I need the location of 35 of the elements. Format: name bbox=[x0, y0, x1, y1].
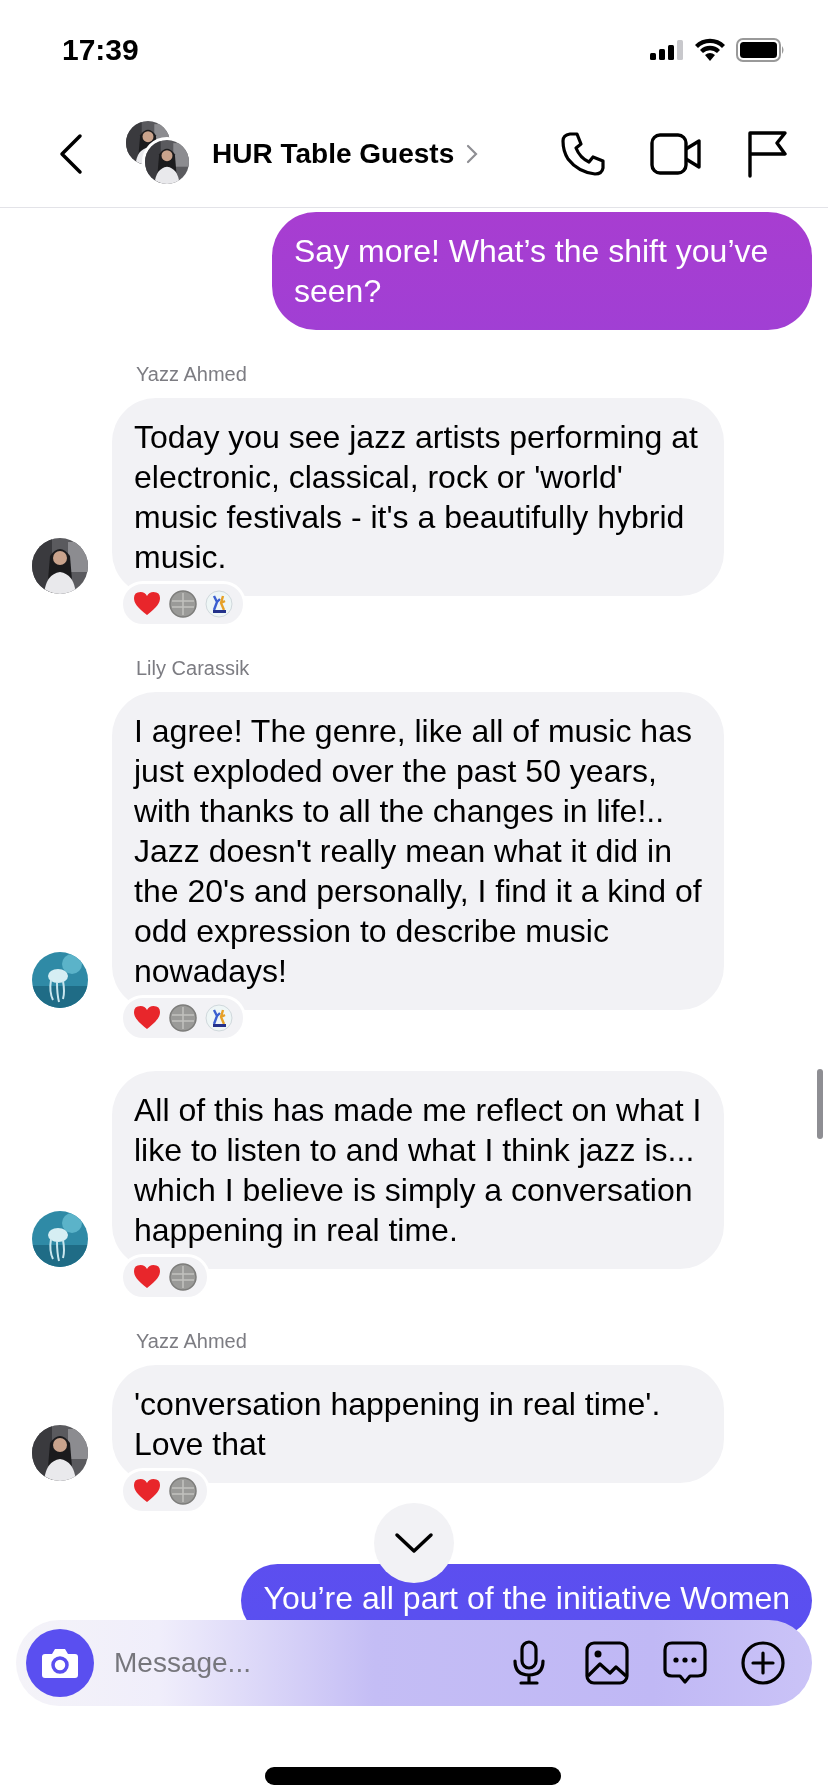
chat-title[interactable]: HUR Table Guests bbox=[212, 137, 455, 170]
coin-icon bbox=[169, 1263, 197, 1291]
message-bubble: Today you see jazz artists performing at electronic, classical, rock or 'world' music festivals - it's a beautifully hybrid music. bbox=[112, 398, 724, 596]
wifi-icon bbox=[694, 38, 726, 62]
signal-icon bbox=[650, 40, 684, 60]
camera-button[interactable] bbox=[26, 1629, 94, 1697]
add-icon[interactable] bbox=[740, 1640, 786, 1686]
coin-icon bbox=[169, 1477, 197, 1505]
image-icon[interactable] bbox=[584, 1640, 630, 1686]
coin-icon bbox=[169, 590, 197, 618]
sticker-icon bbox=[205, 590, 233, 618]
scrollbar[interactable] bbox=[817, 1069, 823, 1139]
battery-icon bbox=[736, 38, 786, 62]
sender-name: Lily Carassik bbox=[136, 657, 251, 680]
chevron-right-icon[interactable] bbox=[466, 143, 479, 164]
flag-icon[interactable] bbox=[746, 129, 788, 178]
status-time: 17:39 bbox=[62, 33, 139, 67]
message-field[interactable]: Message... bbox=[112, 1646, 416, 1680]
heart-icon bbox=[133, 590, 161, 618]
sender-name: Yazz Ahmed bbox=[136, 363, 248, 386]
message-bubble: 'conversation happening in real time'. Love that bbox=[112, 1365, 724, 1483]
sticker-icon bbox=[205, 1004, 233, 1032]
message-bubble: All of this has made me reflect on what I like to listen to and what I think jazz is... which I believe is simply a conversation happening in real time. bbox=[112, 1071, 724, 1269]
message-bubble: I agree! The genre, like all of music has just exploded over the past 50 years, with thanks to all the changes in life!.. Jazz doesn't really mean what it did in the 20's and personally, I find it a kind of odd expression to describe music nowadays! bbox=[112, 692, 724, 1010]
message-bubble: Say more! What’s the shift you’ve seen? bbox=[272, 212, 812, 330]
chat-icon[interactable] bbox=[662, 1640, 708, 1686]
video-camera-icon[interactable] bbox=[650, 132, 702, 175]
heart-icon bbox=[133, 1263, 161, 1291]
coin-icon bbox=[169, 1004, 197, 1032]
sender-name: Yazz Ahmed bbox=[136, 1330, 248, 1353]
heart-icon bbox=[133, 1004, 161, 1032]
phone-icon[interactable] bbox=[560, 130, 606, 177]
camera-icon bbox=[41, 1647, 79, 1679]
chevron-down-icon bbox=[394, 1532, 434, 1554]
heart-icon bbox=[133, 1477, 161, 1505]
